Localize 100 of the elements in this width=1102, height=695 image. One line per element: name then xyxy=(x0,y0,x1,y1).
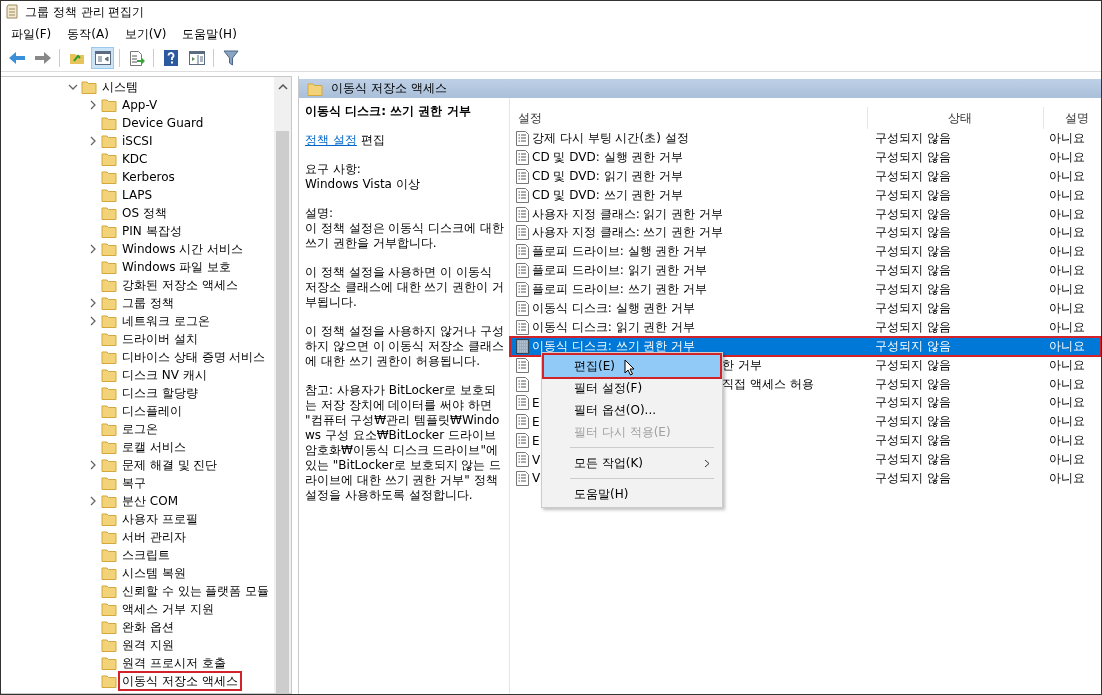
policy-name[interactable]: 사용자 지정 클래스: 쓰기 권한 거부 xyxy=(532,224,724,242)
tree-item[interactable]: iSCSI xyxy=(120,133,155,149)
policy-name[interactable]: E xyxy=(532,414,540,429)
chevron-right-icon[interactable] xyxy=(88,496,98,506)
requirements-label: 요구 사항: xyxy=(305,162,362,177)
tree-item[interactable]: 분산 COM xyxy=(120,493,180,509)
policy-name[interactable]: CD 및 DVD: 쓰기 권한 거부 xyxy=(532,186,684,204)
tree-pane-icon xyxy=(94,51,111,65)
folder-icon xyxy=(101,116,117,130)
tree-item[interactable]: 로그온 xyxy=(120,421,160,437)
tree-item[interactable]: 시스템 xyxy=(100,79,140,95)
policy-settings-link[interactable]: 정책 설정 xyxy=(305,133,357,147)
policy-name[interactable]: 플로피 드라이브: 읽기 권한 거부 xyxy=(532,262,708,280)
folder-icon xyxy=(101,260,117,274)
policy-name[interactable]: E xyxy=(532,395,540,410)
menu-item[interactable]: 도움말(H) xyxy=(176,23,243,45)
chevron-right-icon[interactable] xyxy=(88,100,98,110)
policy-state: 구성되지 않음 xyxy=(874,262,952,280)
tree-item[interactable]: 이동식 저장소 액세스 xyxy=(120,673,240,689)
tree-item[interactable]: 스크립트 xyxy=(120,547,172,563)
tree-item[interactable]: 디스플레이 xyxy=(120,403,184,419)
selected-row[interactable]: 이동식 디스크: 쓰기 권한 거부 구성되지 않음 아니요 xyxy=(510,336,1101,356)
policy-comment: 아니요 xyxy=(1048,375,1086,393)
policy-comment: 아니요 xyxy=(1048,148,1086,166)
column-header[interactable]: 설정 xyxy=(510,107,868,129)
folder-icon xyxy=(101,620,117,634)
context-menu-item[interactable]: 필터 설정(F) xyxy=(544,377,720,399)
tree-item[interactable]: 신뢰할 수 있는 플랫폼 모듈 xyxy=(120,583,272,599)
policy-name[interactable]: 한 거부 xyxy=(722,356,762,374)
scrollbar[interactable] xyxy=(274,77,291,693)
menu-item[interactable]: 보기(V) xyxy=(118,23,173,45)
tree-item[interactable]: KDC xyxy=(120,151,150,167)
chevron-right-icon[interactable] xyxy=(88,136,98,146)
policy-name[interactable]: V xyxy=(532,471,541,486)
tree-item[interactable]: LAPS xyxy=(120,187,155,203)
tree-item[interactable]: Kerberos xyxy=(120,169,177,185)
folder-icon xyxy=(101,332,117,346)
tree-item[interactable]: 사용자 프로필 xyxy=(120,511,200,527)
policy-name[interactable]: 플로피 드라이브: 실행 권한 거부 xyxy=(532,243,708,261)
policy-name[interactable]: CD 및 DVD: 읽기 권한 거부 xyxy=(532,167,684,185)
folder-icon xyxy=(101,224,117,238)
setting-icon xyxy=(516,414,529,430)
policy-name[interactable]: V xyxy=(532,452,541,467)
chevron-down-icon[interactable] xyxy=(68,82,78,92)
tree-item[interactable]: 네트워크 로그온 xyxy=(120,313,212,329)
tree-item[interactable]: Windows 파일 보호 xyxy=(120,259,234,275)
tree-item[interactable]: 디스크 NV 캐시 xyxy=(120,367,209,383)
tree-item[interactable]: Windows 시간 서비스 xyxy=(120,241,246,257)
tree-item[interactable]: 그룹 정책 xyxy=(120,295,176,311)
folder-icon xyxy=(101,530,117,544)
policy-name[interactable]: 이동식 디스크: 쓰기 권한 거부 xyxy=(532,337,696,355)
column-header[interactable]: 상태 xyxy=(868,107,1044,129)
context-menu-item[interactable]: 편집(E) xyxy=(544,355,720,377)
tree-item[interactable]: 서버 관리자 xyxy=(120,529,188,545)
policy-comment: 아니요 xyxy=(1048,318,1086,336)
policy-name[interactable]: 사용자 지정 클래스: 읽기 권한 거부 xyxy=(532,205,724,223)
tree-item[interactable]: 문제 해결 및 진단 xyxy=(120,457,220,473)
policy-comment: 아니요 xyxy=(1048,243,1086,261)
policy-name[interactable]: 이동식 디스크: 읽기 권한 거부 xyxy=(532,318,696,336)
setting-icon xyxy=(516,130,529,146)
policy-comment: 아니요 xyxy=(1048,356,1086,374)
tree-item[interactable]: OS 정책 xyxy=(120,205,169,221)
tree-item[interactable]: Device Guard xyxy=(120,115,206,131)
tree-item[interactable]: 완화 옵션 xyxy=(120,619,176,635)
setting-icon xyxy=(516,187,529,203)
policy-name[interactable]: CD 및 DVD: 실행 권한 거부 xyxy=(532,148,684,166)
chevron-right-icon[interactable] xyxy=(88,244,98,254)
setting-icon xyxy=(516,206,529,222)
setting-icon xyxy=(516,376,529,392)
tree-item[interactable]: 강화된 저장소 액세스 xyxy=(120,277,240,293)
policy-name[interactable]: 플로피 드라이브: 쓰기 권한 거부 xyxy=(532,281,708,299)
policy-name[interactable]: 이동식 디스크: 실행 권한 거부 xyxy=(532,299,696,317)
policy-name[interactable]: E xyxy=(532,433,540,448)
tree-item[interactable]: 복구 xyxy=(120,475,148,491)
menu-item[interactable]: 동작(A) xyxy=(61,23,115,45)
tree-item[interactable]: 드라이버 설치 xyxy=(120,331,200,347)
tree-item[interactable]: 액세스 거부 지원 xyxy=(120,601,216,617)
context-menu-item[interactable]: 필터 옵션(O)... xyxy=(544,399,720,421)
chevron-right-icon[interactable] xyxy=(88,460,98,470)
context-menu-item[interactable]: 모든 작업(K) xyxy=(544,452,720,474)
context-menu-item[interactable]: 도움말(H) xyxy=(544,483,720,505)
folder-icon xyxy=(101,584,117,598)
policy-comment: 아니요 xyxy=(1048,394,1086,412)
tree-item[interactable]: 디스크 할당량 xyxy=(120,385,200,401)
policy-name[interactable]: 직접 액세스 허용 xyxy=(722,375,814,393)
tree-item[interactable]: PIN 복잡성 xyxy=(120,223,184,239)
edit-policy-text: 정책 설정 편집 xyxy=(305,133,386,148)
policy-state: 구성되지 않음 xyxy=(874,281,952,299)
tree-item[interactable]: 시스템 복원 xyxy=(120,565,188,581)
toolbar-button[interactable] xyxy=(91,47,114,69)
scroll-up-icon[interactable] xyxy=(277,83,288,91)
export-list-icon xyxy=(128,50,145,66)
tree-item[interactable]: 디바이스 상태 증명 서비스 xyxy=(120,349,268,365)
tree-item[interactable]: 원격 지원 xyxy=(120,637,176,653)
policy-name[interactable]: 강제 다시 부팅 시간(초) 설정 xyxy=(532,129,689,147)
tree-item[interactable]: App-V xyxy=(120,97,160,113)
tree-item[interactable]: 원격 프로시저 호출 xyxy=(120,655,228,671)
tree-item[interactable]: 로캘 서비스 xyxy=(120,439,188,455)
menu-item[interactable]: 파일(F) xyxy=(5,23,58,45)
column-header[interactable]: 설명 xyxy=(1044,107,1101,129)
